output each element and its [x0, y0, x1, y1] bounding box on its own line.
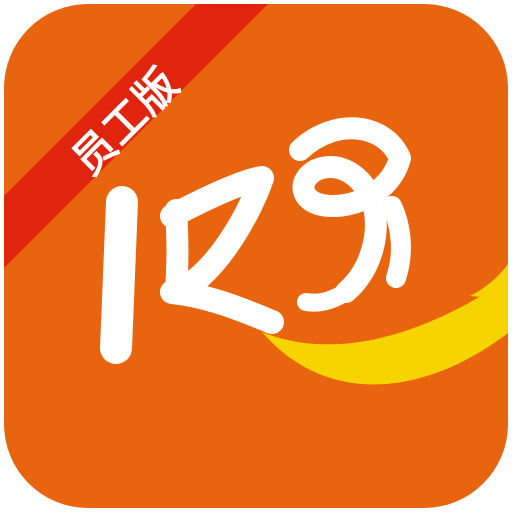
icon-background [4, 4, 508, 508]
icon-body: 员工版 [4, 4, 508, 508]
app-icon-canvas: 员工版 [0, 0, 512, 512]
app-icon[interactable]: 员工版 [0, 0, 512, 512]
